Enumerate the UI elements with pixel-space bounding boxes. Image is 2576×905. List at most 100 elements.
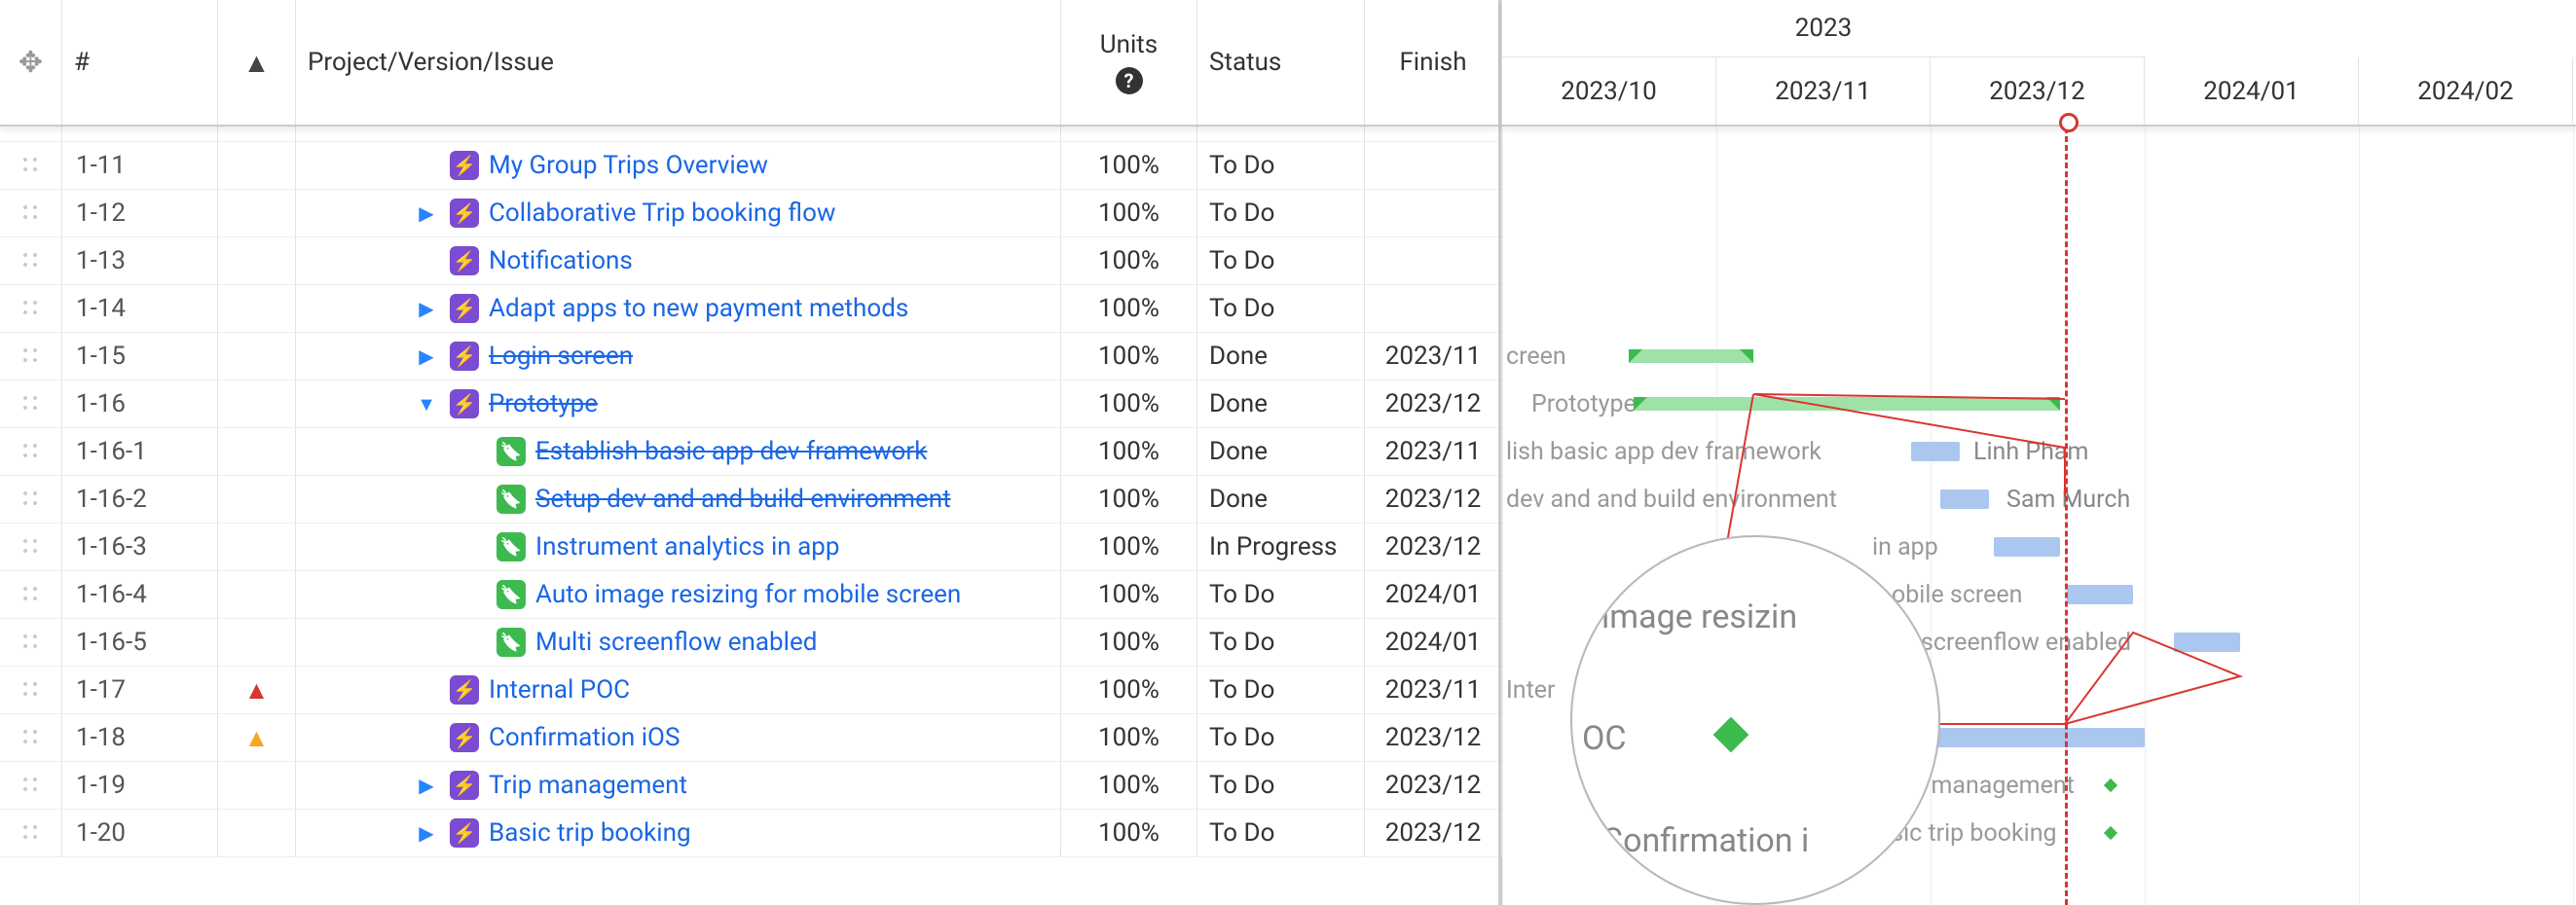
row-title-cell[interactable]: Establish basic app dev framework (296, 428, 1061, 475)
gantt-row[interactable]: creen (1502, 333, 2576, 380)
drag-handle-icon[interactable] (20, 584, 42, 605)
row-drag[interactable] (0, 667, 62, 713)
table-row[interactable]: 1-16-3Instrument analytics in app100%In … (0, 524, 1498, 571)
gantt-body[interactable]: creenPrototypelish basic app dev framewo… (1502, 127, 2576, 905)
gantt-row[interactable]: Inter (1502, 667, 2576, 714)
gantt-row[interactable]: in app (1502, 524, 2576, 571)
gantt-row[interactable]: lish basic app dev frameworkLinh Pham (1502, 428, 2576, 476)
drag-handle-icon[interactable] (20, 632, 42, 653)
gantt-row[interactable] (1502, 127, 2576, 142)
issue-link[interactable]: My Group Trips Overview (489, 151, 768, 180)
gantt-row[interactable]: o management (1502, 762, 2576, 810)
issue-link[interactable]: Notifications (489, 246, 633, 275)
row-title-cell[interactable]: Auto image resizing for mobile screen (296, 571, 1061, 618)
help-icon[interactable] (1116, 65, 1143, 94)
row-drag[interactable] (0, 524, 62, 570)
gantt-row[interactable]: Basic trip booking (1502, 810, 2576, 857)
gantt-milestone-diamond[interactable] (1681, 676, 1709, 704)
expand-caret-icon[interactable] (413, 392, 440, 416)
row-drag[interactable] (0, 127, 62, 142)
header-number[interactable]: # (62, 0, 218, 125)
row-drag[interactable] (0, 142, 62, 189)
issue-link[interactable]: Trip management (489, 771, 687, 800)
row-drag[interactable] (0, 810, 62, 856)
row-title-cell[interactable]: Notifications (296, 237, 1061, 284)
row-title-cell[interactable]: Setup dev and and build environment (296, 476, 1061, 523)
drag-handle-icon[interactable] (20, 536, 42, 558)
expand-caret-icon[interactable] (413, 297, 440, 320)
gantt-task-bar[interactable] (2067, 585, 2133, 604)
issue-link[interactable]: Login screen (489, 342, 633, 371)
expand-caret-icon[interactable] (413, 201, 440, 225)
row-title-cell[interactable]: My Group Trips Overview (296, 142, 1061, 189)
table-row[interactable]: 1-16-1Establish basic app dev framework1… (0, 428, 1498, 476)
row-title-cell[interactable]: Adapt apps to new payment methods (296, 285, 1061, 332)
issue-link[interactable]: Confirmation iOS (489, 723, 680, 752)
gantt-task-bar[interactable] (2174, 633, 2240, 652)
gantt-task-bar[interactable] (1911, 442, 1960, 461)
row-drag[interactable] (0, 571, 62, 618)
row-drag[interactable] (0, 762, 62, 809)
issue-link[interactable]: Auto image resizing for mobile screen (535, 580, 961, 609)
row-title-cell[interactable]: Trip management (296, 762, 1061, 809)
row-drag[interactable] (0, 190, 62, 236)
table-row[interactable]: 1-20Basic trip booking100%To Do2023/12 (0, 810, 1498, 857)
gantt-summary-bar[interactable] (1629, 349, 1753, 363)
gantt-row[interactable] (1502, 237, 2576, 285)
row-title-cell[interactable]: Multi screenflow enabled (296, 619, 1061, 666)
issue-link[interactable]: Establish basic app dev framework (535, 437, 927, 466)
header-units[interactable]: Units (1061, 0, 1197, 125)
issue-link[interactable]: Collaborative Trip booking flow (489, 199, 835, 228)
row-drag[interactable] (0, 380, 62, 427)
table-row[interactable]: 1-12Collaborative Trip booking flow100%T… (0, 190, 1498, 237)
row-title-cell[interactable]: Confirmation iOS (296, 714, 1061, 761)
drag-handle-icon[interactable] (20, 441, 42, 462)
drag-handle-icon[interactable] (20, 822, 42, 844)
gantt-summary-bar[interactable] (1634, 397, 2060, 411)
gantt-row[interactable]: dev and and build environmentSam Murch (1502, 476, 2576, 524)
table-row[interactable]: 1-17Internal POC100%To Do2023/11 (0, 667, 1498, 714)
row-title-cell[interactable]: Collaborative Trip booking flow (296, 190, 1061, 236)
gantt-row[interactable]: obile screen (1502, 571, 2576, 619)
drag-handle-icon[interactable] (20, 250, 42, 272)
gantt-milestone-mini[interactable] (2104, 778, 2117, 792)
table-row[interactable]: 1-14Adapt apps to new payment methods100… (0, 285, 1498, 333)
issue-link[interactable]: Adapt apps to new payment methods (489, 294, 908, 323)
gantt-row[interactable]: Prototype (1502, 380, 2576, 428)
table-row[interactable]: 1-16-2Setup dev and and build environmen… (0, 476, 1498, 524)
row-title-cell[interactable]: Invite and share (296, 127, 1061, 142)
drag-handle-icon[interactable] (20, 679, 42, 701)
gantt-row[interactable] (1502, 142, 2576, 190)
issue-link[interactable]: Multi screenflow enabled (535, 628, 817, 657)
issue-link[interactable]: Internal POC (489, 675, 630, 705)
expand-caret-icon[interactable] (413, 344, 440, 368)
row-title-cell[interactable]: Instrument analytics in app (296, 524, 1061, 570)
table-row[interactable]: 1-15Login screen100%Done2023/11 (0, 333, 1498, 380)
header-warning[interactable] (218, 0, 296, 125)
issue-link[interactable]: Instrument analytics in app (535, 532, 839, 561)
header-status[interactable]: Status (1197, 0, 1365, 125)
gantt-task-bar[interactable] (1940, 489, 1989, 509)
issue-link[interactable]: Setup dev and and build environment (535, 485, 951, 514)
table-row[interactable]: 1-16-4Auto image resizing for mobile scr… (0, 571, 1498, 619)
table-row[interactable]: 1-16Prototype100%Done2023/12 (0, 380, 1498, 428)
drag-handle-icon[interactable] (20, 775, 42, 796)
drag-handle-icon[interactable] (20, 489, 42, 510)
drag-handle-icon[interactable] (20, 727, 42, 748)
drag-handle-icon[interactable] (20, 393, 42, 415)
row-title-cell[interactable]: Prototype (296, 380, 1061, 427)
gantt-row[interactable] (1502, 285, 2576, 333)
row-title-cell[interactable]: Basic trip booking (296, 810, 1061, 856)
table-row[interactable]: 1-10Invite and share100%To Do (0, 127, 1498, 142)
row-drag[interactable] (0, 619, 62, 666)
drag-handle-icon[interactable] (20, 345, 42, 367)
row-drag[interactable] (0, 714, 62, 761)
gantt-milestone-mini[interactable] (2104, 826, 2117, 840)
row-drag[interactable] (0, 428, 62, 475)
expand-caret-icon[interactable] (413, 821, 440, 845)
gantt-row[interactable]: screenflow enabled (1502, 619, 2576, 667)
issue-link[interactable]: Basic trip booking (489, 818, 691, 848)
gantt-row[interactable] (1502, 190, 2576, 237)
row-title-cell[interactable]: Login screen (296, 333, 1061, 380)
expand-caret-icon[interactable] (413, 774, 440, 797)
